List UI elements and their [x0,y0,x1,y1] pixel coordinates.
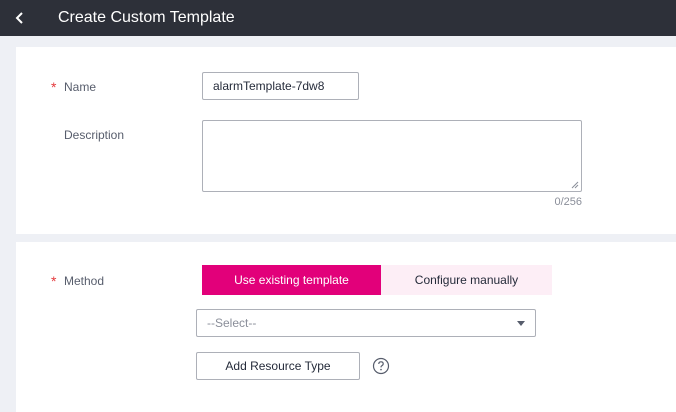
back-button[interactable] [0,0,40,36]
method-label: Method [64,274,105,288]
chevron-left-icon [15,12,23,24]
resize-grip-icon[interactable] [571,181,579,189]
page-title: Create Custom Template [58,9,235,26]
name-label: Name [64,80,97,94]
template-select-value: --Select-- [207,316,257,330]
use-existing-template-button[interactable]: Use existing template [202,265,381,295]
header-bar: Create Custom Template [0,0,676,36]
description-textarea[interactable] [202,120,582,192]
description-counter: 0/256 [554,196,582,208]
method-card: * Method Use existing template Configure… [16,242,676,412]
caret-down-icon [517,321,525,326]
template-select[interactable]: --Select-- [196,309,536,337]
question-circle-icon[interactable] [372,357,390,375]
add-resource-type-button[interactable]: Add Resource Type [196,352,360,380]
description-label: Description [64,128,125,142]
configure-manually-button[interactable]: Configure manually [381,265,552,295]
basic-info-card: * Name alarmTemplate-7dw8 Description 0/… [16,47,676,234]
required-mark: * [51,273,57,289]
required-mark: * [51,79,57,95]
name-input[interactable]: alarmTemplate-7dw8 [202,72,359,100]
